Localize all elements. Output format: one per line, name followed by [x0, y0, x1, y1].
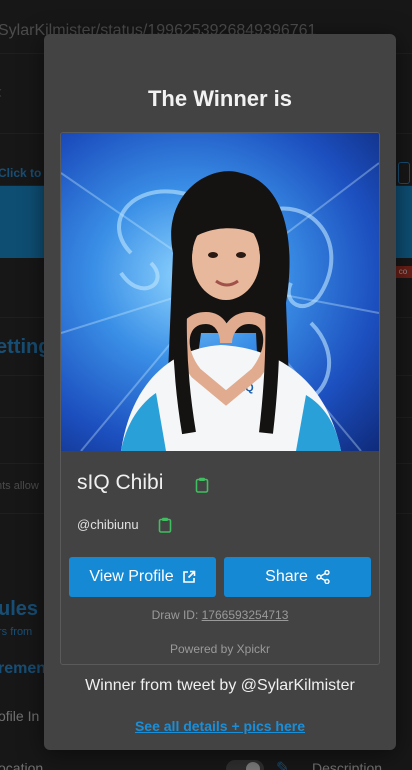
winner-name: sIQ Chibi: [77, 471, 164, 494]
view-profile-label: View Profile: [89, 568, 174, 585]
draw-id-label: Draw ID:: [151, 608, 199, 622]
draw-id: Draw ID: 1766593254713: [61, 608, 379, 622]
winner-photo-illustration: sIQ: [61, 162, 379, 451]
winner-modal: The Winner is sIQ sIQ Chibi @chibiunu Vi…: [44, 34, 396, 750]
winner-handle: @chibiunu: [77, 517, 139, 532]
winner-tweet-line: Winner from tweet by @SylarKilmister: [85, 677, 355, 694]
powered-by: Powered by Xpickr: [169, 642, 271, 656]
winner-photo: sIQ: [61, 133, 379, 451]
modal-title: The Winner is: [147, 86, 293, 111]
view-profile-button[interactable]: View Profile: [69, 557, 216, 597]
winner-card: sIQ sIQ Chibi @chibiunu View Profile Sha…: [60, 132, 380, 665]
clipboard-icon[interactable]: [158, 517, 172, 533]
share-label: Share: [265, 568, 308, 585]
share-button[interactable]: Share: [224, 557, 371, 597]
share-nodes-icon: [316, 570, 330, 584]
draw-id-link[interactable]: 1766593254713: [202, 608, 289, 622]
clipboard-icon[interactable]: [195, 477, 209, 493]
external-link-icon: [182, 570, 195, 583]
see-details-link[interactable]: See all details + pics here: [44, 718, 396, 734]
